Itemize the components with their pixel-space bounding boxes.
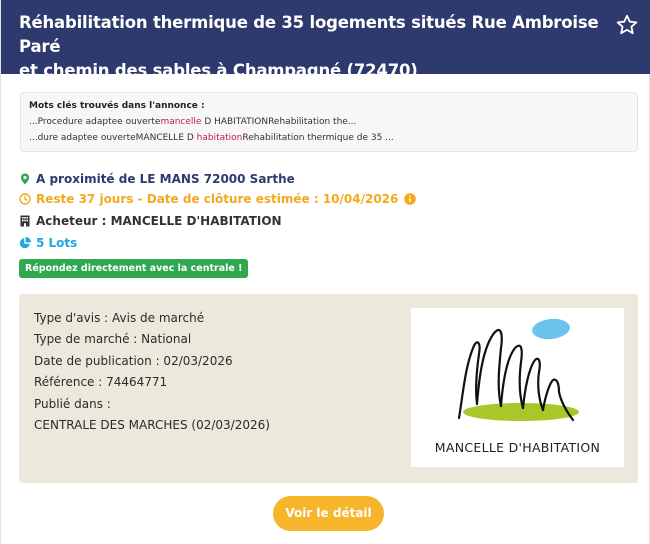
snippet-text: ...Procedure adaptee ouverte bbox=[29, 117, 161, 127]
keyword-snippet-1: ...Procedure adaptee ouvertemancelle D H… bbox=[29, 114, 629, 130]
published-in-label: Publié dans : bbox=[34, 396, 111, 411]
snippet-text: ...dure adaptee ouverteMANCELLE D bbox=[29, 133, 197, 143]
tender-card: Réhabilitation thermique de 35 logements… bbox=[0, 0, 650, 544]
snippet-text: D HABITATIONRehabilitation the... bbox=[201, 117, 357, 127]
logo-text: MANCELLE D'HABITATION bbox=[434, 440, 601, 455]
info-icon[interactable] bbox=[404, 193, 417, 205]
notice-type: Type d'avis : Avis de marché bbox=[34, 311, 205, 325]
details-panel: Type d'avis : Avis de marché Type de mar… bbox=[19, 294, 638, 483]
map-pin-icon bbox=[20, 173, 30, 185]
buyer-logo: MANCELLE D'HABITATION bbox=[411, 308, 624, 467]
buyer-line: Acheteur : MANCELLE D'HABITATION bbox=[19, 212, 282, 230]
clock-icon bbox=[19, 193, 31, 205]
keywords-title: Mots clés trouvés dans l'annonce : bbox=[29, 101, 205, 111]
reference: Référence : 74464771 bbox=[34, 375, 168, 390]
keyword-highlight: habitation bbox=[196, 133, 243, 143]
keywords-box: Mots clés trouvés dans l'annonce : ...Pr… bbox=[20, 92, 638, 152]
pie-chart-icon bbox=[19, 237, 31, 249]
published-in-source: CENTRALE DES MARCHES (02/03/2026) bbox=[34, 418, 270, 433]
publication-date: Date de publication : 02/03/2026 bbox=[34, 353, 233, 368]
lots-line: 5 Lots bbox=[19, 234, 77, 252]
details-list: Type d'avis : Avis de marché Type de mar… bbox=[34, 308, 270, 436]
deadline-text: Reste 37 jours - Date de clôture estimée… bbox=[36, 192, 399, 206]
keyword-highlight: mancelle bbox=[160, 117, 202, 127]
location-text: A proximité de LE MANS 72000 Sarthe bbox=[36, 172, 295, 186]
card-header: Réhabilitation thermique de 35 logements… bbox=[1, 0, 650, 80]
view-detail-button[interactable]: Voir le détail bbox=[273, 496, 384, 531]
central-badge: Répondez directement avec la centrale ! bbox=[19, 259, 249, 278]
logo-graphic bbox=[457, 318, 579, 422]
tender-title-line2: et chemin des sables à Champagné (72470) bbox=[19, 61, 418, 80]
building-icon bbox=[20, 215, 30, 227]
buyer-text: Acheteur : MANCELLE D'HABITATION bbox=[36, 214, 282, 228]
tender-title-line1: Réhabilitation thermique de 35 logements… bbox=[19, 13, 599, 56]
snippet-text: Rehabilitation thermique de 35 ... bbox=[242, 133, 394, 143]
tender-title[interactable]: Réhabilitation thermique de 35 logements… bbox=[19, 11, 599, 83]
keyword-snippet-2: ...dure adaptee ouverteMANCELLE D habita… bbox=[29, 130, 629, 146]
star-icon[interactable] bbox=[615, 13, 639, 37]
location-line: A proximité de LE MANS 72000 Sarthe bbox=[19, 170, 295, 188]
market-type: Type de marché : National bbox=[34, 332, 192, 347]
deadline-line: Reste 37 jours - Date de clôture estimée… bbox=[19, 190, 417, 208]
lots-text[interactable]: 5 Lots bbox=[36, 234, 77, 252]
